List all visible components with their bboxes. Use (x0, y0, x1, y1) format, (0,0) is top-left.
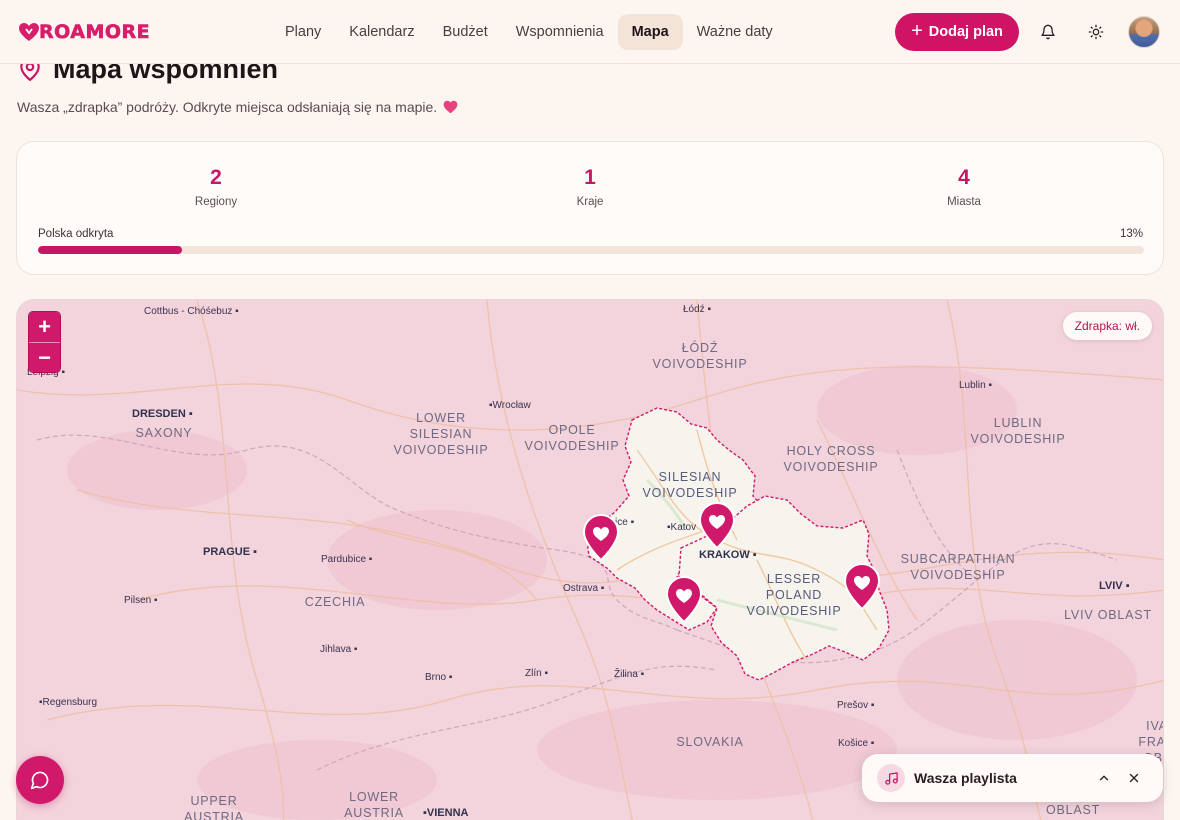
memory-pin[interactable] (582, 514, 620, 562)
city-label-pilsen: Pilsen ▪ (124, 595, 158, 606)
nav-item-kalendarz[interactable]: Kalendarz (335, 14, 428, 50)
music-note-icon (877, 764, 905, 792)
city-label-lublin: Lublin ▪ (959, 380, 993, 391)
scratch-toggle-button[interactable]: Zdrapka: wł. (1062, 312, 1152, 340)
city-label-dresden: DRESDEN ▪ (132, 408, 193, 420)
city-label-brno: Brno ▪ (425, 672, 453, 683)
playlist-close-button[interactable] (1119, 763, 1149, 793)
city-label-pardubice: Pardubice ▪ (321, 554, 373, 565)
page-subtitle: Wasza „zdrapka” podróży. Odkryte miejsca… (17, 99, 458, 115)
nav-item-wazne-daty[interactable]: Ważne daty (683, 14, 787, 50)
region-label-holy-cross: HOLY CROSS VOIVODESHIP (783, 444, 879, 474)
region-label-slovakia: SLOVAKIA (676, 735, 744, 749)
region-label-lodz: ŁÓDŹ VOIVODESHIP (652, 341, 748, 371)
city-label-kosice: Košice ▪ (838, 738, 875, 749)
nav-item-wspomnienia[interactable]: Wspomnienia (502, 14, 618, 50)
region-label-subcarpathian: SUBCARPATHIAN VOIVODESHIP (900, 552, 1016, 582)
heart-logo-icon (19, 23, 39, 41)
playlist-title: Wasza playlista (914, 770, 1017, 786)
stat-countries: 1 Kraje (490, 164, 690, 208)
main-nav: Plany Kalendarz Budżet Wspomnienia Mapa … (271, 14, 787, 50)
region-label-lviv-oblast: LVIV OBLAST (1064, 608, 1152, 622)
progress-bar (38, 246, 1144, 254)
subtitle-text: Wasza „zdrapka” podróży. Odkryte miejsca… (17, 99, 438, 115)
region-label-silesian: SILESIAN VOIVODESHIP (642, 470, 738, 500)
nav-item-mapa[interactable]: Mapa (617, 14, 683, 50)
city-label-vienna: ▪VIENNA (423, 807, 469, 819)
stat-cities-label: Miasta (947, 196, 981, 208)
city-label-presov: Prešov ▪ (837, 700, 875, 711)
city-label-katowice: ▪Katov (667, 522, 697, 533)
theme-toggle-button[interactable] (1084, 20, 1108, 44)
city-label-zlin: Zlín ▪ (525, 668, 548, 679)
city-label-zilina: Žilina ▪ (614, 669, 645, 680)
progress-label: Polska odkryta (38, 228, 114, 240)
top-navbar: ROAMORE Plany Kalendarz Budżet Wspomnien… (0, 0, 1180, 64)
city-label-wroclaw: ▪Wrocław (489, 400, 531, 411)
city-label-regensburg: ▪Regensburg (39, 697, 98, 708)
stat-countries-label: Kraje (576, 196, 604, 208)
memory-pin[interactable] (843, 563, 881, 611)
stat-countries-value: 1 (584, 166, 596, 189)
region-label-oblast: OBLAST (1045, 803, 1101, 817)
zoom-out-button[interactable]: − (29, 342, 60, 372)
stat-cities: 4 Miasta (864, 164, 1064, 208)
playlist-widget: Wasza playlista (862, 754, 1163, 802)
stat-regions-value: 2 (210, 166, 222, 189)
city-label-ostrava: Ostrava ▪ (563, 583, 605, 594)
region-label-upper-austria: UPPER AUSTRIA (184, 794, 244, 820)
bell-icon (1041, 24, 1055, 40)
region-label-lower-silesian: LOWER SILESIAN VOIVODESHIP (393, 411, 489, 457)
city-label-cottbus: Cottbus - Chóśebuz ▪ (144, 306, 239, 317)
app-logo[interactable]: ROAMORE (17, 20, 150, 44)
sun-icon (1088, 24, 1104, 40)
nav-item-budzet[interactable]: Budżet (429, 14, 502, 50)
chat-button[interactable] (16, 756, 64, 804)
app-name: ROAMORE (39, 21, 151, 44)
scratch-map[interactable]: Cottbus - Chóśebuz ▪ Łódź ▪ Leipzig ▪ Lu… (16, 299, 1164, 820)
chevron-up-icon (1099, 775, 1109, 781)
city-label-krakow: KRAKOW ▪ (699, 549, 757, 561)
region-label-lesser-poland: LESSER POLAND VOIVODESHIP (746, 572, 842, 618)
user-avatar[interactable] (1128, 16, 1160, 48)
region-label-opole: OPOLE VOIVODESHIP (524, 423, 620, 453)
memory-pin[interactable] (665, 576, 703, 624)
plus-icon: + (911, 20, 923, 42)
region-label-saxony: SAXONY (135, 426, 193, 440)
region-label-lublin: LUBLIN VOIVODESHIP (970, 416, 1066, 446)
stat-regions-label: Regiony (194, 196, 238, 208)
close-icon (1129, 773, 1139, 783)
add-plan-button[interactable]: + Dodaj plan (895, 13, 1019, 51)
city-label-prague: PRAGUE ▪ (203, 546, 258, 558)
notifications-button[interactable] (1036, 20, 1060, 44)
nav-item-plany[interactable]: Plany (271, 14, 335, 50)
add-plan-label: Dodaj plan (928, 24, 1003, 40)
zoom-controls: + − (28, 311, 61, 373)
heart-icon (443, 100, 458, 114)
city-label-lodz: Łódź ▪ (683, 304, 712, 315)
region-label-czechia: CZECHIA (304, 595, 366, 609)
playlist-expand-button[interactable] (1089, 763, 1119, 793)
stat-regions: 2 Regiony (116, 164, 316, 208)
progress-percent: 13% (1119, 228, 1143, 240)
stats-card: 2 Regiony 1 Kraje 4 Miasta Polska odkryt… (16, 141, 1164, 275)
progress-bar-fill (38, 246, 182, 254)
memory-pin[interactable] (698, 502, 736, 550)
city-label-lviv: LVIV ▪ (1099, 580, 1130, 592)
city-label-jihlava: Jihlava ▪ (320, 644, 358, 655)
stat-cities-value: 4 (958, 166, 970, 189)
region-label-lower-austria: LOWER AUSTRIA (344, 790, 404, 820)
chat-bubble-icon (30, 771, 49, 790)
zoom-in-button[interactable]: + (29, 312, 60, 342)
